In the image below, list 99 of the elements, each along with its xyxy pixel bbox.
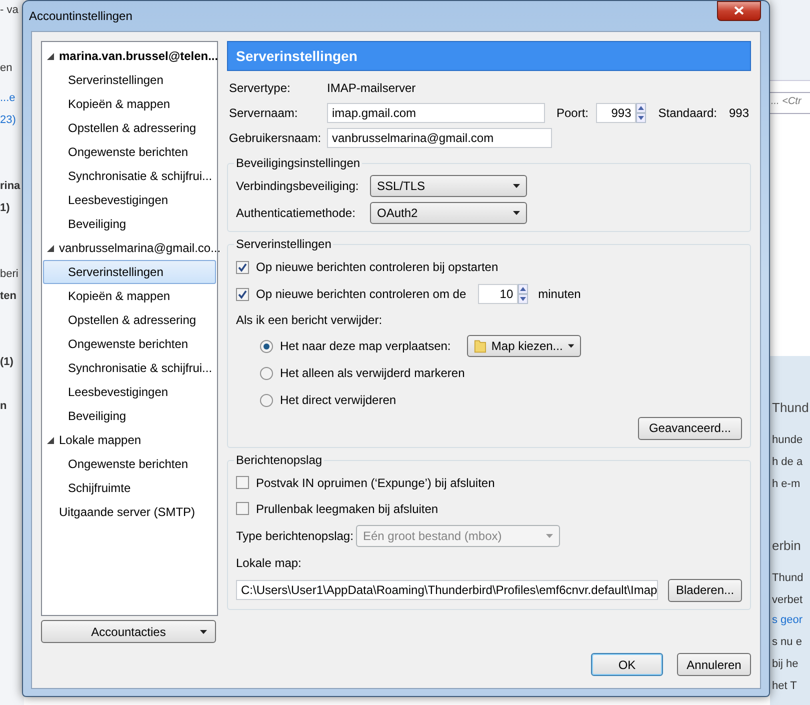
checkbox[interactable]: [236, 260, 249, 274]
caret-icon: [513, 184, 520, 188]
background-text: 1): [0, 202, 10, 214]
interval-field[interactable]: 10: [478, 284, 518, 304]
background-text: en: [0, 62, 12, 74]
window-title: Accountinstellingen: [29, 9, 132, 23]
checkbox-label[interactable]: Op nieuwe berichten controleren om de: [256, 287, 466, 301]
field-label: Gebruikersnaam:: [229, 131, 322, 145]
caret-icon: [200, 630, 207, 634]
field-label: Authenticatiemethode:: [236, 206, 356, 220]
tree-item[interactable]: Uitgaande server (SMTP): [43, 500, 216, 524]
server-type-value: IMAP-mailserver: [327, 81, 416, 95]
background-text: (1): [0, 356, 14, 368]
username-field[interactable]: vanbrusselmarina@gmail.com: [327, 128, 552, 148]
page-text: het T: [772, 680, 797, 692]
page-text: hunde: [772, 434, 803, 446]
spin-arrows-icon[interactable]: [518, 284, 528, 304]
tree-item[interactable]: Opstellen & adressering: [43, 116, 216, 140]
page-text: bij he: [772, 658, 798, 670]
field-label: Standaard:: [658, 106, 717, 120]
server-name-field[interactable]: imap.gmail.com: [327, 103, 546, 123]
ok-button[interactable]: OK: [591, 653, 663, 676]
group-title: Beveiligingsinstellingen: [234, 156, 362, 170]
page-text: h e-m: [772, 478, 800, 490]
spin-arrows-icon[interactable]: [636, 103, 646, 123]
group-title: Serverinstellingen: [234, 237, 334, 251]
expander-icon[interactable]: [47, 244, 54, 252]
caret-icon: [568, 344, 574, 348]
background-text: rina: [0, 180, 20, 192]
section-label: Als ik een bericht verwijder:: [236, 313, 382, 327]
page-heading: erbin: [772, 538, 801, 553]
tree-item[interactable]: Serverinstellingen: [43, 260, 216, 284]
page-heading: Thund: [772, 400, 809, 415]
dropdown[interactable]: SSL/TLS: [370, 175, 527, 197]
checkbox-label[interactable]: Postvak IN opruimen (‘Expunge’) bij afsluiten: [256, 476, 495, 490]
folder-link[interactable]: 23): [0, 114, 16, 126]
field-label: Lokale map:: [236, 556, 302, 570]
background-text: beri: [0, 268, 18, 280]
unit-label: minuten: [538, 287, 581, 301]
tree-item[interactable]: Leesbevestigingen: [43, 188, 216, 212]
background-text: n: [0, 400, 7, 412]
background-text: ten: [0, 290, 16, 302]
radio-label[interactable]: Het alleen als verwijderd markeren: [280, 366, 467, 380]
panel-header: Serverinstellingen: [227, 41, 751, 71]
checkbox-label[interactable]: Op nieuwe berichten controleren bij opstarten: [256, 260, 498, 274]
expander-icon[interactable]: [47, 52, 54, 60]
checkbox[interactable]: [236, 502, 249, 515]
field-label: Verbindingsbeveiliging:: [236, 179, 360, 193]
tree-item[interactable]: Kopieën & mappen: [43, 284, 216, 308]
checkbox[interactable]: [236, 288, 249, 300]
expander-icon[interactable]: [47, 436, 54, 444]
port-field[interactable]: 993: [596, 103, 636, 123]
tree-item[interactable]: Beveiliging: [43, 404, 216, 428]
tree-item[interactable]: Schijfruimte: [43, 476, 216, 500]
default-port-value: 993: [728, 106, 749, 120]
dropdown[interactable]: OAuth2: [370, 202, 527, 224]
advanced-button[interactable]: Geavanceerd...: [638, 416, 742, 440]
tree-item[interactable]: Leesbevestigingen: [43, 380, 216, 404]
tree-item[interactable]: Opstellen & adressering: [43, 308, 216, 332]
caret-icon: [513, 211, 520, 215]
close-button[interactable]: [717, 0, 761, 20]
browse-button[interactable]: Bladeren...: [668, 578, 742, 602]
search-field[interactable]: ... <Ctr: [770, 92, 810, 114]
checkbox[interactable]: [236, 476, 249, 489]
field-label: Poort:: [556, 106, 590, 120]
account-actions-button[interactable]: Accountacties: [41, 620, 216, 643]
radio-button[interactable]: [260, 366, 273, 380]
caret-icon: [546, 534, 553, 538]
tree-item[interactable]: Synchronisatie & schijfrui...: [43, 356, 216, 380]
folder-picker[interactable]: Map kiezen...: [467, 335, 581, 357]
checkbox-label[interactable]: Prullenbak leegmaken bij afsluiten: [256, 502, 438, 516]
page-text: Thund: [772, 572, 804, 584]
field-label: Servernaam:: [229, 106, 299, 120]
tree-item[interactable]: Ongewenste berichten: [43, 452, 216, 476]
local-folder-field[interactable]: C:\Users\User1\AppData\Roaming\Thunderbird\Profiles\emf6cnvr.default\Imap: [236, 580, 658, 600]
page-text: verbet: [772, 594, 803, 606]
radio-button[interactable]: [260, 394, 273, 406]
field-label: Servertype:: [229, 81, 292, 95]
folder-icon: [474, 338, 486, 354]
page-link[interactable]: s geor: [772, 614, 803, 626]
radio-label[interactable]: Het direct verwijderen: [280, 393, 467, 407]
tree-item[interactable]: Kopieën & mappen: [43, 92, 216, 116]
folder-link[interactable]: ...e: [0, 92, 16, 104]
tree-item[interactable]: Ongewenste berichten: [43, 140, 216, 164]
tree-item[interactable]: Beveiliging: [43, 212, 216, 236]
page-text: s nu e: [772, 636, 802, 648]
cancel-button[interactable]: Annuleren: [677, 653, 751, 676]
tree-item[interactable]: marina.van.brussel@telen...: [43, 44, 216, 68]
field-label: Type berichtenopslag:: [236, 529, 354, 543]
radio-button[interactable]: [260, 340, 273, 352]
tree-item[interactable]: Ongewenste berichten: [43, 332, 216, 356]
tree-item[interactable]: Synchronisatie & schijfrui...: [43, 164, 216, 188]
background-text: - va: [0, 4, 18, 16]
close-icon: [734, 6, 744, 15]
page-text: h de a: [772, 456, 803, 468]
radio-label[interactable]: Het naar deze map verplaatsen:: [280, 339, 467, 353]
group-title: Berichtenopslag: [234, 453, 324, 467]
tree-item[interactable]: Serverinstellingen: [43, 68, 216, 92]
tree-item[interactable]: Lokale mappen: [43, 428, 216, 452]
